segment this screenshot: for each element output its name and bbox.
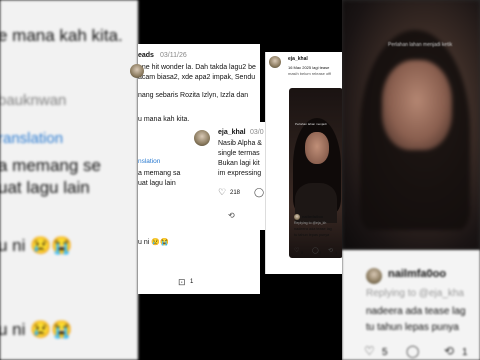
post-text-line-4: nang sebaris Rozita Izlyn, Izzla dan (138, 92, 249, 99)
post-text-line-2: acam biasa2, xde apa2 impak, Sendu (138, 74, 256, 81)
post-line-2: masih belum release offi (288, 71, 332, 76)
repost-icon[interactable]: ⟲ (328, 248, 333, 254)
avatar[interactable] (269, 56, 281, 68)
left-text-5: uat lagu lain (0, 178, 90, 197)
avatar[interactable] (294, 214, 300, 220)
screen: e mana kah kita. bauknwan ranslation a m… (0, 0, 480, 360)
avatar[interactable] (194, 130, 210, 146)
post-text-line-1: one hit wonder la. Dah takda lagu2 be (138, 64, 256, 71)
post-emoji-line: u ni 😢😭 (138, 239, 169, 246)
reply-line-4: im expressing (218, 170, 262, 177)
person-face (305, 132, 329, 164)
left-text-7: u ni 😢😭 (0, 320, 73, 339)
video-caption: Perlahan lahan menjadi (295, 122, 327, 126)
nested-like-count: 5 (301, 250, 304, 255)
person-face (382, 60, 452, 150)
right-caption: Perlahan lahan menjadi ketik (388, 42, 453, 48)
left-text-4: a memang se (0, 156, 101, 175)
nested-repost-count: 1 (335, 250, 338, 255)
reply-line-2: single termas (218, 150, 260, 157)
nested-reply-line-2: tu tahun lepas punya (294, 233, 330, 237)
avatar[interactable] (130, 64, 144, 78)
repost-icon[interactable]: ⟲ (228, 212, 235, 220)
post-snippet-3: uat lagu lain (138, 180, 176, 187)
right-background-panel: Perlahan lahan menjadi ketik nailmfa0oo … (342, 0, 480, 360)
left-translation-link: ranslation (0, 130, 64, 147)
left-background-panel: e mana kah kita. bauknwan ranslation a m… (0, 0, 138, 360)
comment-icon[interactable]: ◯ (254, 188, 264, 197)
thread-card-post: eja_khal 16 Mac 2025 lagi tease masih be… (265, 52, 342, 274)
right-like-count: 5 (382, 347, 388, 358)
nested-comment-count: 5 (319, 250, 322, 255)
translation-link[interactable]: nslation (138, 158, 160, 165)
post-snippet-2: a memang sa (138, 170, 181, 177)
comment-icon[interactable]: ◯ (312, 248, 319, 254)
bookmark-icon[interactable]: ⊡ (178, 278, 186, 287)
nested-reply-line-1: nadeera ada tease lag (294, 227, 332, 231)
post-text-line-5: u mana kah kita. (138, 116, 190, 123)
reply-line-1: Nasib Alpha & (218, 140, 262, 147)
right-repost-count: 1 (462, 347, 468, 358)
right-handle: nailmfa0oo (388, 268, 447, 280)
heart-icon[interactable]: ♡ (294, 248, 299, 254)
post-date: 03/11/26 (160, 52, 187, 59)
heart-icon[interactable]: ♡ (218, 188, 226, 197)
heart-icon: ♡ (364, 344, 375, 358)
reply-like-count: 218 (230, 190, 241, 196)
post-handle[interactable]: eads (138, 52, 154, 59)
right-line-1: nadeera ada tease lag (366, 306, 466, 317)
reply-date: 03/0 (250, 129, 264, 136)
nested-reply-handle[interactable]: nailmfa0oo (302, 214, 323, 219)
reply-line-3: Bukan lagi kit (218, 160, 260, 167)
avatar (366, 268, 382, 284)
left-text-1: e mana kah kita. (0, 26, 123, 45)
bookmark-count: 1 (190, 279, 194, 285)
right-reply-area: nailmfa0oo Replying to @eja_kha nadeera … (342, 250, 480, 360)
thread-card-reply: eja_khal 03/0 Nasib Alpha & single terma… (186, 122, 266, 230)
post-line-1: 16 Mac 2025 lagi tease (288, 65, 330, 70)
right-line-2: tu tahun lepas punya (366, 322, 459, 333)
blurred-photo (342, 0, 480, 250)
repost-icon: ⟲ (444, 344, 455, 358)
left-text-2: bauknwan (0, 92, 67, 109)
comment-icon: ◯ (406, 344, 420, 358)
left-text-6: u ni 😢😭 (0, 236, 73, 255)
right-replying: Replying to @eja_kha (366, 288, 464, 299)
nested-replying-to: Replying to @eja_kh (294, 221, 327, 225)
reply-handle[interactable]: eja_khal (218, 129, 246, 136)
post-handle[interactable]: eja_khal (288, 56, 308, 62)
